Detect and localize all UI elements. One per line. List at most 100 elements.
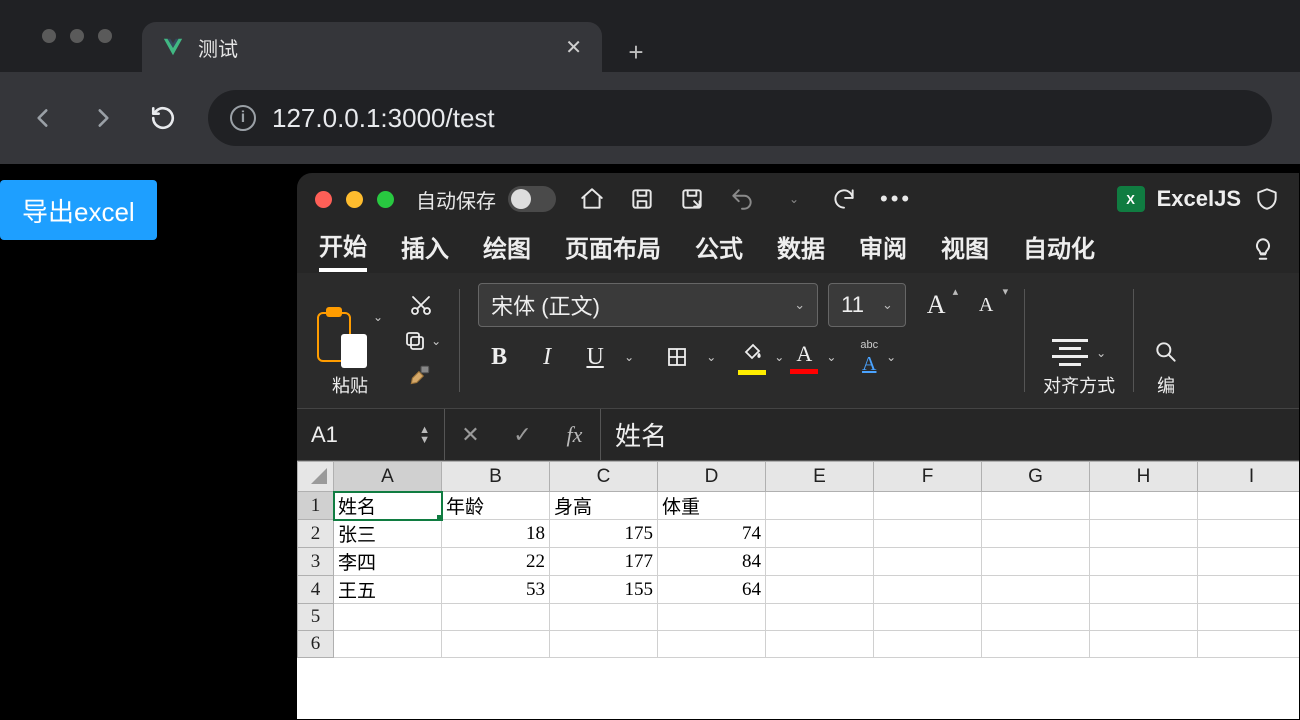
bold-button[interactable]: B	[478, 337, 520, 377]
cell[interactable]	[874, 631, 982, 658]
site-info-icon[interactable]: i	[230, 105, 256, 131]
cell[interactable]	[982, 576, 1090, 604]
cell[interactable]	[442, 631, 550, 658]
cell[interactable]	[550, 631, 658, 658]
tab-pagelayout[interactable]: 页面布局	[565, 229, 661, 270]
cell[interactable]: 74	[658, 520, 766, 548]
cell[interactable]: 王五	[334, 576, 442, 604]
cell[interactable]	[982, 520, 1090, 548]
phonetic-guide-button[interactable]: abc A	[860, 339, 878, 376]
paste-dropdown-icon[interactable]: ⌄	[373, 310, 383, 324]
font-name-select[interactable]: 宋体 (正文) ⌄	[478, 283, 818, 327]
mac-window-controls[interactable]	[315, 191, 394, 208]
undo-icon[interactable]	[728, 185, 756, 213]
forward-button[interactable]	[88, 103, 118, 133]
spreadsheet-grid[interactable]: ABCDEFGHI 1姓名年龄身高体重2张三18175743李四22177844…	[297, 461, 1299, 719]
undo-dropdown-icon[interactable]: ⌄	[780, 185, 808, 213]
cell[interactable]: 18	[442, 520, 550, 548]
window-dot[interactable]	[98, 29, 112, 43]
reload-button[interactable]	[148, 103, 178, 133]
copy-dropdown-icon[interactable]: ⌄	[431, 334, 441, 348]
font-color-button[interactable]: A	[790, 341, 818, 374]
row-header[interactable]: 2	[298, 520, 334, 548]
column-header[interactable]: G	[982, 462, 1090, 492]
row-header[interactable]: 4	[298, 576, 334, 604]
new-tab-button[interactable]: +	[616, 32, 656, 72]
address-bar[interactable]: i 127.0.0.1:3000/test	[208, 90, 1272, 146]
borders-dropdown-icon[interactable]: ⌄	[706, 350, 716, 364]
cell[interactable]	[1198, 492, 1300, 520]
tab-automation[interactable]: 自动化	[1023, 229, 1095, 270]
close-tab-icon[interactable]: ✕	[565, 35, 582, 60]
cell[interactable]	[982, 604, 1090, 631]
find-icon[interactable]	[1152, 338, 1180, 366]
cell[interactable]	[658, 631, 766, 658]
cell[interactable]: 22	[442, 548, 550, 576]
cell[interactable]: 姓名	[334, 492, 442, 520]
formula-input[interactable]: 姓名	[601, 409, 1299, 460]
back-button[interactable]	[28, 103, 58, 133]
cell[interactable]	[766, 631, 874, 658]
tab-data[interactable]: 数据	[777, 229, 825, 270]
italic-button[interactable]: I	[526, 337, 568, 377]
row-header[interactable]: 3	[298, 548, 334, 576]
cell[interactable]	[1198, 520, 1300, 548]
tab-view[interactable]: 视图	[941, 229, 989, 270]
cell[interactable]	[874, 604, 982, 631]
cell[interactable]	[442, 604, 550, 631]
column-header[interactable]: E	[766, 462, 874, 492]
cell[interactable]: 64	[658, 576, 766, 604]
export-excel-button[interactable]: 导出excel	[0, 180, 157, 240]
window-controls[interactable]	[24, 0, 142, 72]
autosave-toggle[interactable]	[508, 186, 556, 212]
row-header[interactable]: 5	[298, 604, 334, 631]
cell[interactable]: 年龄	[442, 492, 550, 520]
cell[interactable]	[1198, 576, 1300, 604]
zoom-window-icon[interactable]	[377, 191, 394, 208]
paste-icon[interactable]	[317, 310, 365, 366]
more-icon[interactable]: •••	[880, 186, 912, 212]
column-header[interactable]: D	[658, 462, 766, 492]
underline-dropdown-icon[interactable]: ⌄	[624, 350, 634, 364]
grow-font-icon[interactable]: A	[916, 283, 956, 327]
row-header[interactable]: 6	[298, 631, 334, 658]
tab-insert[interactable]: 插入	[401, 229, 449, 270]
name-box-stepper[interactable]: ▲▼	[419, 425, 430, 445]
window-dot[interactable]	[42, 29, 56, 43]
fill-color-button[interactable]	[738, 339, 766, 375]
cell[interactable]	[1090, 492, 1198, 520]
cell[interactable]	[334, 604, 442, 631]
redo-icon[interactable]	[830, 185, 858, 213]
fx-icon[interactable]: fx	[549, 409, 601, 460]
cell[interactable]: 身高	[550, 492, 658, 520]
cell[interactable]	[874, 576, 982, 604]
tab-draw[interactable]: 绘图	[483, 229, 531, 270]
cell[interactable]	[766, 576, 874, 604]
cell[interactable]	[1198, 548, 1300, 576]
font-color-dropdown-icon[interactable]: ⌄	[826, 350, 836, 364]
cell[interactable]	[982, 631, 1090, 658]
cell[interactable]	[1090, 631, 1198, 658]
column-header[interactable]: I	[1198, 462, 1300, 492]
cell[interactable]	[766, 604, 874, 631]
cell[interactable]: 张三	[334, 520, 442, 548]
tab-review[interactable]: 审阅	[859, 229, 907, 270]
close-window-icon[interactable]	[315, 191, 332, 208]
row-header[interactable]: 1	[298, 492, 334, 520]
cell[interactable]: 175	[550, 520, 658, 548]
window-dot[interactable]	[70, 29, 84, 43]
cell[interactable]	[334, 631, 442, 658]
cell[interactable]	[766, 520, 874, 548]
cell[interactable]	[658, 604, 766, 631]
shrink-font-icon[interactable]: A	[966, 283, 1006, 327]
save-as-icon[interactable]	[678, 185, 706, 213]
format-painter-icon[interactable]	[407, 363, 435, 391]
home-icon[interactable]	[578, 185, 606, 213]
align-icon[interactable]	[1052, 339, 1088, 366]
cell[interactable]	[1090, 576, 1198, 604]
confirm-edit-icon[interactable]: ✓	[497, 409, 549, 460]
cell[interactable]	[874, 492, 982, 520]
phonetic-dropdown-icon[interactable]: ⌄	[886, 350, 896, 364]
cell[interactable]	[982, 548, 1090, 576]
cell[interactable]	[1090, 548, 1198, 576]
